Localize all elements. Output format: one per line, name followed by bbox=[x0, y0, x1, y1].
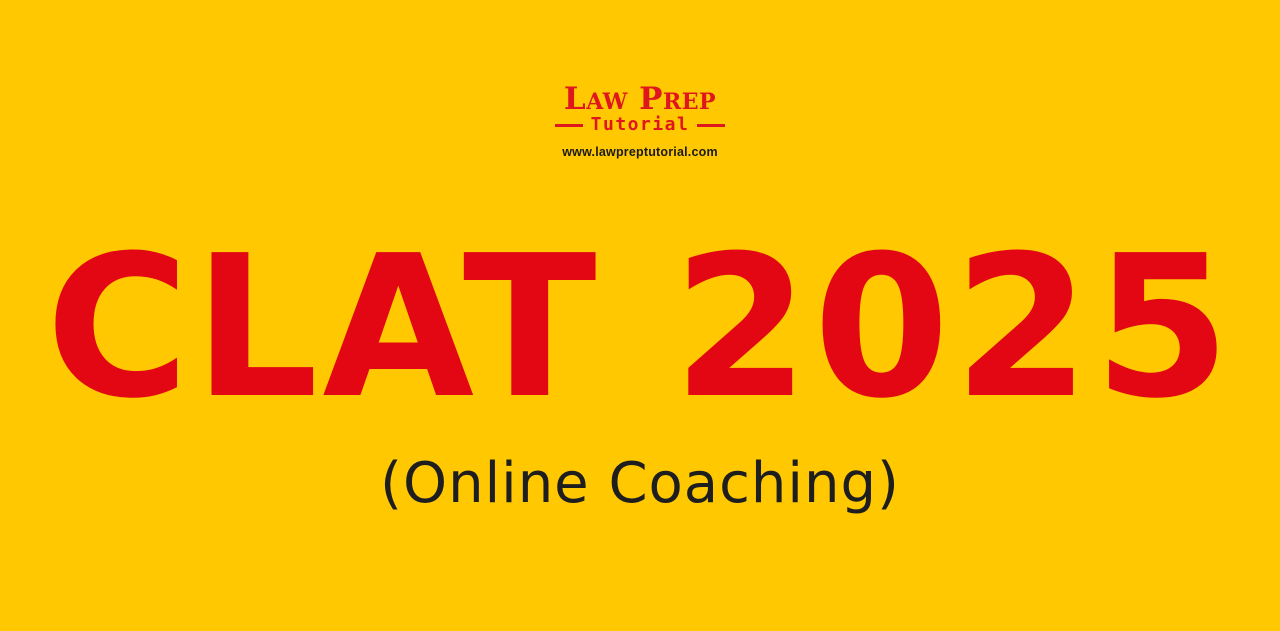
logo-rule-right bbox=[697, 124, 725, 127]
headline-title: CLAT 2025 bbox=[45, 214, 1235, 442]
logo-subtitle: Tutorial bbox=[590, 114, 690, 135]
promo-banner: Law Prep Tutorial www.lawpreptutorial.co… bbox=[0, 0, 1280, 631]
logo-rule-left bbox=[555, 124, 583, 127]
logo-subtitle-row: Tutorial bbox=[500, 114, 780, 136]
logo-wordmark: Law Prep bbox=[563, 81, 717, 117]
brand-logo: Law Prep Tutorial www.lawpreptutorial.co… bbox=[500, 82, 780, 172]
subheading-text: (Online Coaching) bbox=[380, 451, 900, 516]
website-url: www.lawpreptutorial.com bbox=[562, 145, 718, 159]
